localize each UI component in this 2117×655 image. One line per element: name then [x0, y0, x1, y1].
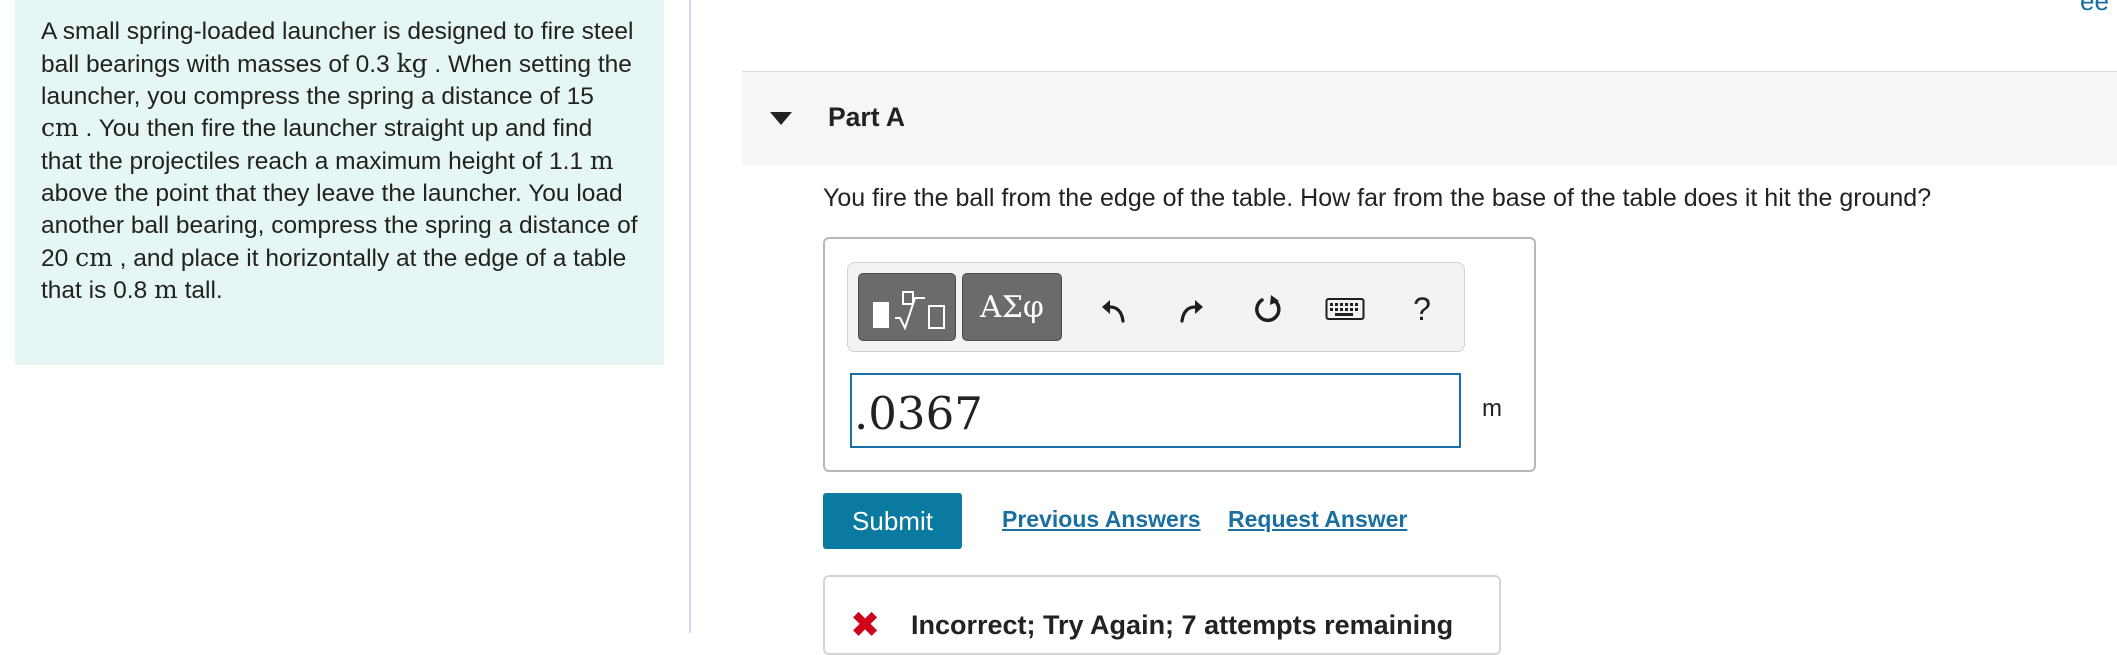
corner-partial-text: ee [2080, 0, 2109, 16]
problem-statement-panel: A small spring-loaded launcher is design… [15, 0, 664, 365]
unit-symbol: kg [396, 48, 428, 78]
column-divider [689, 0, 691, 633]
submit-button[interactable]: Submit [823, 493, 962, 549]
redo-icon [1180, 300, 1203, 323]
problem-statement-text: A small spring-loaded launcher is design… [41, 16, 638, 307]
request-answer-link[interactable]: Request Answer [1228, 506, 1407, 533]
redo-button[interactable] [1169, 287, 1213, 331]
keyboard-button[interactable] [1323, 287, 1367, 331]
problem-text-segment: tall. [177, 277, 223, 305]
answer-input[interactable] [850, 373, 1461, 448]
unit-symbol: m [589, 146, 614, 176]
help-button[interactable]: ? [1400, 287, 1444, 331]
unit-symbol: m [154, 275, 178, 305]
unit-symbol: cm [41, 113, 79, 143]
unit-symbol: cm [75, 242, 113, 272]
question-text: You fire the ball from the edge of the t… [823, 184, 1932, 212]
caret-down-icon[interactable] [770, 112, 792, 125]
feedback-text: Incorrect; Try Again; 7 attempts remaini… [911, 610, 1454, 640]
math-toolbar: ΑΣφ ? [847, 262, 1465, 352]
part-title: Part A [828, 102, 906, 132]
undo-button[interactable] [1092, 287, 1136, 331]
reset-icon [1255, 295, 1281, 323]
undo-icon [1102, 300, 1125, 323]
part-a-header[interactable]: Part A [742, 71, 2117, 165]
feedback-panel: ✖ Incorrect; Try Again; 7 attempts remai… [823, 575, 1501, 655]
answer-panel: ΑΣφ ? .0367 m [823, 237, 1536, 472]
reset-button[interactable] [1246, 287, 1290, 331]
keyboard-icon [1325, 298, 1365, 320]
problem-text-segment: . You then fire the launcher straight up… [41, 115, 593, 176]
answer-unit: m [1482, 395, 1502, 422]
previous-answers-link[interactable]: Previous Answers [1002, 506, 1201, 533]
math-templates-button[interactable] [858, 273, 956, 341]
incorrect-x-icon: ✖ [850, 604, 881, 645]
problem-text-segment: , and place it horizontally at the edge … [41, 244, 627, 305]
greek-symbols-button[interactable]: ΑΣφ [962, 273, 1062, 341]
